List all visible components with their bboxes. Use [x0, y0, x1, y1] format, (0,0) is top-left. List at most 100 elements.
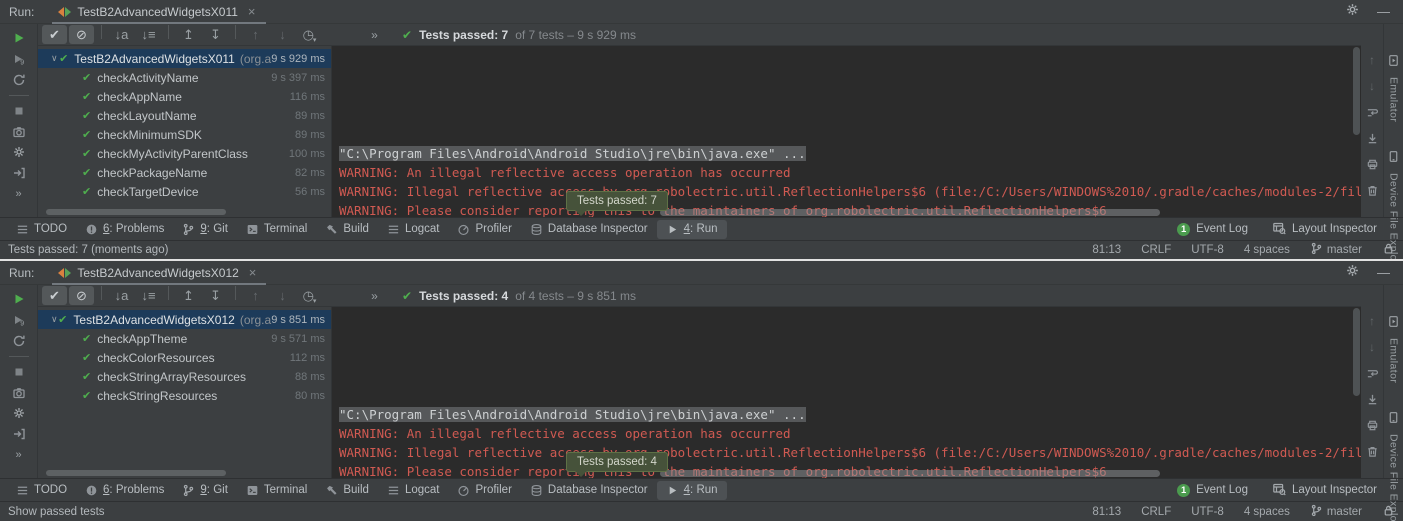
soft-wrap-icon[interactable]: [1364, 104, 1380, 120]
test-case-row[interactable]: ✔ checkAppTheme 9 s 571 ms: [38, 329, 331, 348]
stop-icon[interactable]: [8, 363, 30, 382]
dump-threads-icon[interactable]: [8, 383, 30, 402]
test-case-row[interactable]: ✔ checkActivityName 9 s 397 ms: [38, 68, 331, 87]
previous-failed-test-icon[interactable]: ↑: [243, 286, 268, 305]
toolwindow-git[interactable]: 9: Git: [173, 220, 237, 239]
expand-all-icon[interactable]: ↥: [176, 25, 201, 44]
toolwindow-build[interactable]: Build: [316, 481, 378, 500]
toolwindow-run[interactable]: 4: Run: [657, 220, 727, 239]
toolwindow-profiler[interactable]: Profiler: [448, 481, 520, 500]
sort-alphabetically-icon[interactable]: ↓a: [109, 286, 134, 305]
rerun-tests-icon[interactable]: [8, 29, 30, 48]
test-case-row[interactable]: ✔ checkMinimumSDK 89 ms: [38, 125, 331, 144]
toolbar-separator[interactable]: [101, 25, 102, 39]
hide-window-icon[interactable]: —: [1377, 7, 1390, 17]
import-test-results-icon[interactable]: [8, 425, 30, 444]
show-ignored-icon[interactable]: ⊘: [69, 286, 94, 305]
show-passed-icon[interactable]: ✔: [42, 25, 67, 44]
test-settings-icon[interactable]: [8, 143, 30, 162]
toolwindow-database-inspector[interactable]: Database Inspector: [521, 481, 657, 500]
chevron-down-icon[interactable]: ∨: [51, 314, 58, 325]
next-failed-test-icon[interactable]: ↓: [270, 286, 295, 305]
scroll-to-end-icon[interactable]: [1364, 391, 1380, 407]
toolwindow-database-inspector[interactable]: Database Inspector: [521, 220, 657, 239]
console-horizontal-scrollbar[interactable]: [660, 209, 1160, 216]
clear-console-icon[interactable]: [1364, 182, 1380, 198]
stop-icon[interactable]: [8, 102, 30, 121]
hide-window-icon[interactable]: —: [1377, 268, 1390, 278]
test-history-icon[interactable]: ◷: [297, 25, 322, 44]
git-branch-widget[interactable]: master: [1310, 242, 1362, 258]
console-vertical-scrollbar[interactable]: [1353, 47, 1360, 135]
next-occurrence-icon[interactable]: ↓: [1364, 339, 1380, 355]
sort-by-duration-icon[interactable]: ↓≡: [136, 286, 161, 305]
test-case-row[interactable]: ✔ checkPackageName 82 ms: [38, 163, 331, 182]
print-icon[interactable]: [1364, 417, 1380, 433]
next-occurrence-icon[interactable]: ↓: [1364, 78, 1380, 94]
stripe-button-emulator[interactable]: Emulator: [1387, 54, 1400, 122]
show-passed-icon[interactable]: ✔: [42, 286, 67, 305]
test-case-row[interactable]: ✔ checkAppName 116 ms: [38, 87, 331, 106]
show-ignored-icon[interactable]: ⊘: [69, 25, 94, 44]
console-vertical-scrollbar[interactable]: [1353, 308, 1360, 396]
close-tab-icon[interactable]: ×: [248, 4, 256, 19]
toolwindow-logcat[interactable]: Logcat: [378, 481, 449, 500]
run-config-tab[interactable]: TestB2AdvancedWidgetsX012 ×: [52, 261, 266, 285]
previous-failed-test-icon[interactable]: ↑: [243, 25, 268, 44]
toolwindow-problems[interactable]: 6: Problems: [76, 481, 173, 500]
next-failed-test-icon[interactable]: ↓: [270, 25, 295, 44]
event-log-button[interactable]: 1 Event Log: [1177, 223, 1248, 236]
test-case-row[interactable]: ✔ checkStringArrayResources 88 ms: [38, 367, 331, 386]
readonly-lock-icon[interactable]: [1382, 242, 1395, 258]
run-config-tab[interactable]: TestB2AdvancedWidgetsX011 ×: [52, 0, 265, 24]
test-case-row[interactable]: ✔ checkTargetDevice 56 ms: [38, 182, 331, 201]
sort-by-duration-icon[interactable]: ↓≡: [136, 25, 161, 44]
leftstrip-divider[interactable]: [9, 95, 29, 96]
settings-gear-icon[interactable]: [1345, 2, 1360, 22]
indent-widget[interactable]: 4 spaces: [1244, 244, 1290, 256]
close-tab-icon[interactable]: ×: [249, 265, 257, 280]
console-horizontal-scrollbar[interactable]: [660, 470, 1160, 477]
collapse-all-icon[interactable]: ↧: [203, 286, 228, 305]
caret-position-widget[interactable]: 81:13: [1092, 506, 1121, 518]
toolwindow-profiler[interactable]: Profiler: [448, 220, 520, 239]
line-ending-widget[interactable]: CRLF: [1141, 506, 1171, 518]
git-branch-widget[interactable]: master: [1310, 504, 1362, 520]
stripe-button-emulator[interactable]: Emulator: [1387, 315, 1400, 383]
scroll-to-end-icon[interactable]: [1364, 130, 1380, 146]
prev-occurrence-icon[interactable]: ↑: [1364, 313, 1380, 329]
tree-horizontal-scrollbar[interactable]: [46, 209, 226, 215]
toolbar-separator[interactable]: [235, 25, 236, 39]
toolbar-separator[interactable]: [235, 286, 236, 300]
caret-position-widget[interactable]: 81:13: [1092, 244, 1121, 256]
layout-inspector-button[interactable]: Layout Inspector: [1272, 221, 1377, 238]
toolwindow-run[interactable]: 4: Run: [657, 481, 727, 500]
run-console[interactable]: "C:\Program Files\Android\Android Studio…: [332, 46, 1361, 217]
chevron-down-icon[interactable]: ∨: [51, 53, 59, 64]
dump-threads-icon[interactable]: [8, 122, 30, 141]
toolbar-separator[interactable]: [168, 286, 169, 300]
toolwindow-logcat[interactable]: Logcat: [378, 220, 449, 239]
import-test-results-icon[interactable]: [8, 164, 30, 183]
line-ending-widget[interactable]: CRLF: [1141, 244, 1171, 256]
encoding-widget[interactable]: UTF-8: [1191, 244, 1224, 256]
soft-wrap-icon[interactable]: [1364, 365, 1380, 381]
run-console[interactable]: "C:\Program Files\Android\Android Studio…: [332, 307, 1361, 478]
expand-all-icon[interactable]: ↥: [176, 286, 201, 305]
toolwindow-todo[interactable]: TODO: [7, 481, 76, 500]
rerun-tests-icon[interactable]: [8, 290, 30, 309]
test-suite-row[interactable]: ∨ ✔ TestB2AdvancedWidgetsX011 (org.a 9 s…: [38, 49, 331, 68]
toolwindow-build[interactable]: Build: [316, 220, 378, 239]
layout-inspector-button[interactable]: Layout Inspector: [1272, 482, 1377, 499]
readonly-lock-icon[interactable]: [1382, 504, 1395, 520]
test-case-row[interactable]: ✔ checkColorResources 112 ms: [38, 348, 331, 367]
toolwindow-terminal[interactable]: Terminal: [237, 481, 316, 500]
leftstrip-more-icon[interactable]: »: [8, 184, 30, 203]
toolbar-separator[interactable]: [101, 286, 102, 300]
rerun-failed-tests-icon[interactable]: 9: [8, 50, 30, 69]
event-log-button[interactable]: 1 Event Log: [1177, 484, 1248, 497]
leftstrip-divider[interactable]: [9, 356, 29, 357]
clear-console-icon[interactable]: [1364, 443, 1380, 459]
toggle-auto-test-icon[interactable]: [8, 331, 30, 350]
toolwindow-todo[interactable]: TODO: [7, 220, 76, 239]
